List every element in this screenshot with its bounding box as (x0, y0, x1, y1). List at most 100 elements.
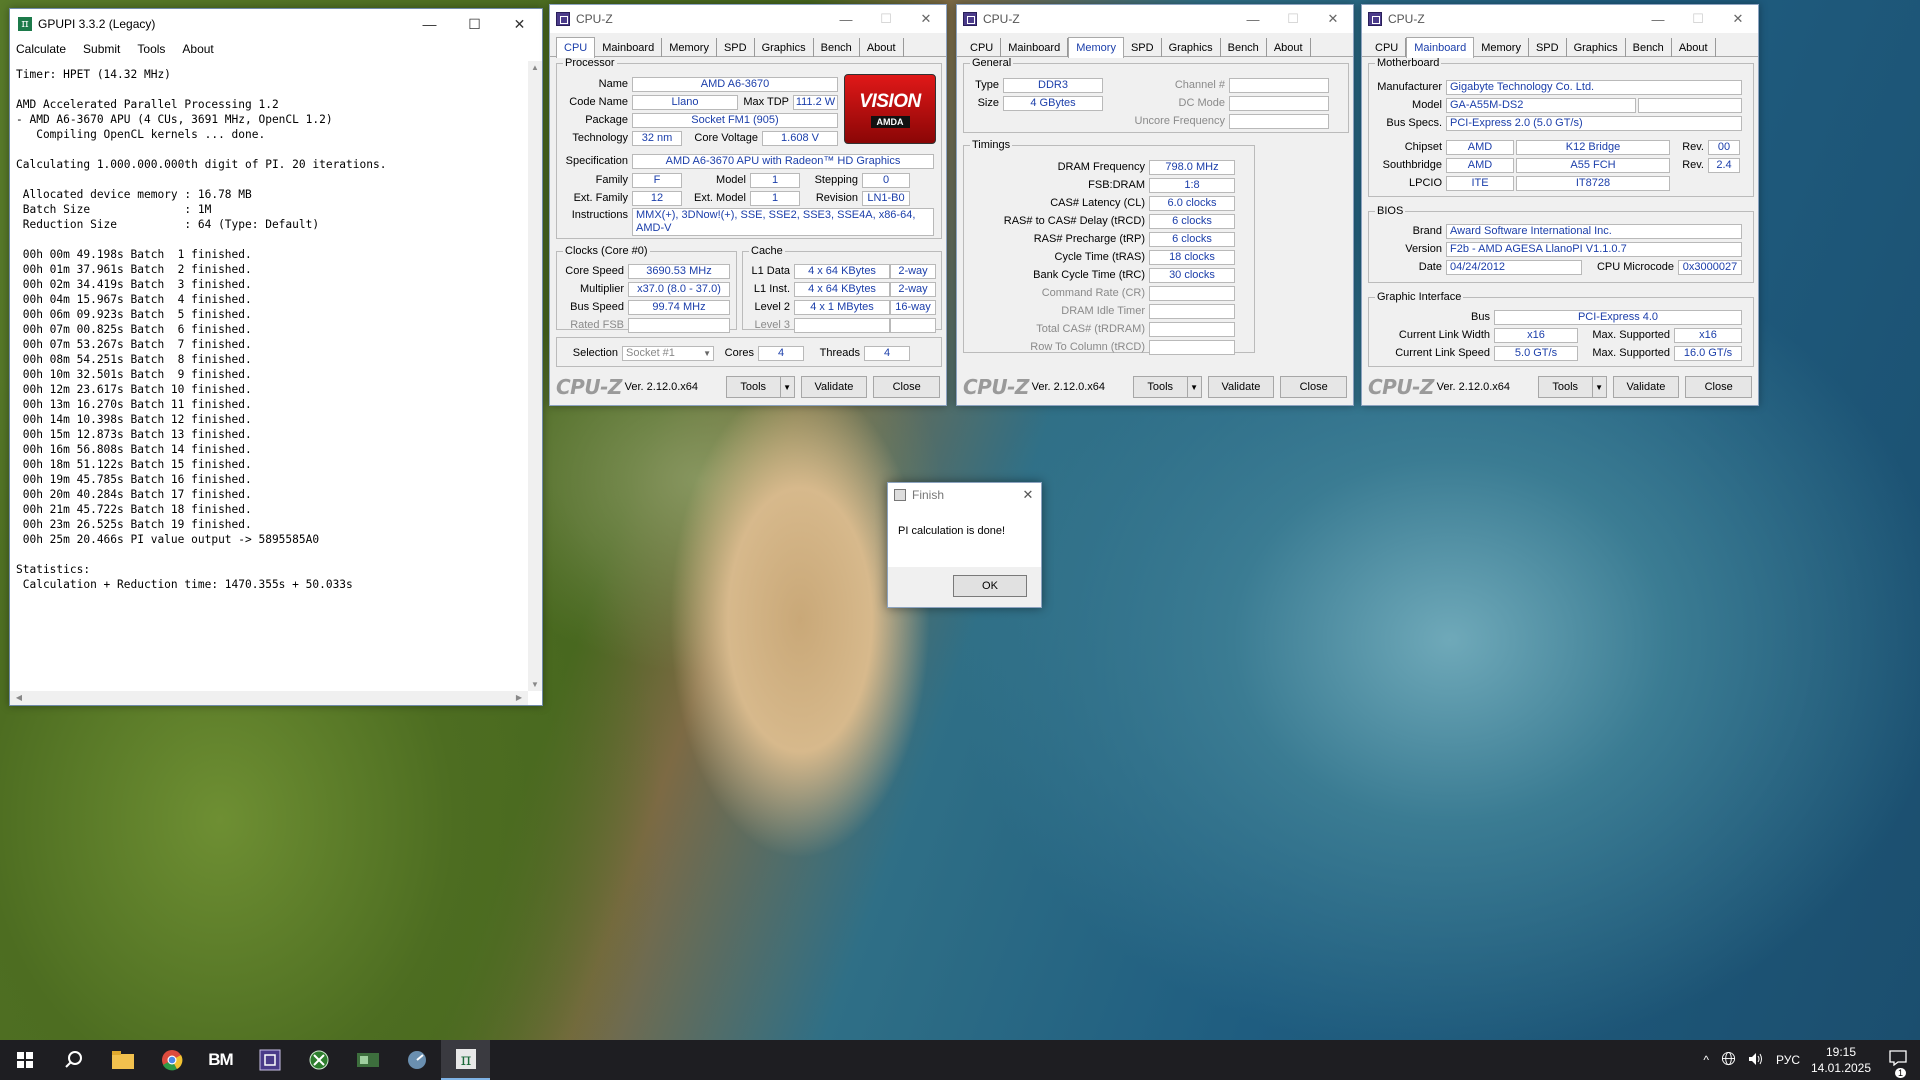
manufacturer-label: Manufacturer (1377, 81, 1442, 93)
tab-about[interactable]: About (860, 38, 904, 57)
tab-bench[interactable]: Bench (1221, 38, 1267, 57)
cpuz-memory-window: CPU-Z — ☐ ✕ CPU Mainboard Memory SPD Gra… (956, 4, 1354, 406)
vertical-scrollbar[interactable]: ▲ ▼ (528, 61, 542, 691)
menu-tools[interactable]: Tools (137, 42, 165, 56)
tab-spd[interactable]: SPD (1124, 38, 1162, 57)
tab-graphics[interactable]: Graphics (1567, 38, 1626, 57)
general-legend: General (972, 57, 1012, 69)
cpuz-titlebar[interactable]: CPU-Z — ☐ ✕ (1362, 5, 1758, 33)
maximize-button[interactable]: ☐ (1678, 5, 1718, 33)
gpupi-titlebar[interactable]: π GPUPI 3.3.2 (Legacy) — ☐ ✕ (10, 9, 542, 39)
tab-spd[interactable]: SPD (1529, 38, 1567, 57)
minimize-button[interactable]: — (407, 9, 452, 39)
horizontal-scrollbar[interactable]: ◀ ▶ (10, 691, 528, 705)
chevron-down-icon[interactable]: ▼ (779, 377, 794, 397)
close-window-button[interactable]: Close (1685, 376, 1753, 398)
cpuz-footer: CPU-Z Ver. 2.12.0.x64 Tools ▼ Validate C… (550, 369, 946, 405)
threads-label: Threads (819, 347, 860, 359)
tab-memory[interactable]: Memory (662, 38, 717, 57)
chrome-icon[interactable] (147, 1040, 196, 1080)
gpupi-taskbar-icon[interactable]: π (441, 1040, 490, 1080)
chevron-down-icon[interactable]: ▼ (1186, 377, 1201, 397)
scroll-right-icon[interactable]: ▶ (512, 693, 526, 702)
maximize-button[interactable]: ☐ (866, 5, 906, 33)
close-window-button[interactable]: Close (1280, 376, 1348, 398)
language-indicator[interactable]: РУС (1776, 1053, 1800, 1067)
ok-button[interactable]: OK (953, 575, 1027, 597)
cpuz-titlebar[interactable]: CPU-Z — ☐ ✕ (550, 5, 946, 33)
chipset-vendor-value: AMD (1446, 139, 1514, 155)
validate-button[interactable]: Validate (1612, 376, 1680, 398)
notification-icon[interactable]: 1 (1876, 1049, 1920, 1078)
clock[interactable]: 19:15 14.01.2025 (1806, 1044, 1876, 1076)
multiplier-value: x37.0 (8.0 - 37.0) (628, 281, 730, 297)
close-button[interactable]: ✕ (1718, 5, 1758, 33)
ratedfsb-label: Rated FSB (570, 319, 624, 331)
close-button[interactable]: ✕ (497, 9, 542, 39)
maximize-button[interactable]: ☐ (452, 9, 497, 39)
tab-bench[interactable]: Bench (814, 38, 860, 57)
tab-graphics[interactable]: Graphics (755, 38, 814, 57)
tab-bench[interactable]: Bench (1626, 38, 1672, 57)
close-button[interactable]: ✕ (1313, 5, 1353, 33)
tab-graphics[interactable]: Graphics (1162, 38, 1221, 57)
benchmark-tool-icon[interactable] (392, 1040, 441, 1080)
close-icon[interactable]: ✕ (1015, 487, 1041, 503)
benchmate-icon[interactable]: BM (196, 1040, 245, 1080)
minimize-button[interactable]: — (826, 5, 866, 33)
cpuz-titlebar[interactable]: CPU-Z — ☐ ✕ (957, 5, 1353, 33)
minimize-button[interactable]: — (1638, 5, 1678, 33)
tab-about[interactable]: About (1267, 38, 1311, 57)
row-to-column-value (1149, 339, 1235, 355)
timings-legend: Timings (972, 139, 1011, 151)
l2-label: Level 2 (754, 301, 790, 313)
menu-submit[interactable]: Submit (83, 42, 120, 56)
idle-value (1149, 303, 1235, 319)
tools-button[interactable]: Tools ▼ (1132, 376, 1202, 398)
menu-calculate[interactable]: Calculate (16, 42, 66, 56)
tools-button[interactable]: Tools ▼ (1537, 376, 1607, 398)
tab-mainboard[interactable]: Mainboard (1001, 38, 1069, 57)
maximize-button[interactable]: ☐ (1273, 5, 1313, 33)
cpuz-taskbar-icon[interactable] (245, 1040, 294, 1080)
close-button[interactable]: ✕ (906, 5, 946, 33)
stepping-label: Stepping (814, 174, 858, 186)
dialog-titlebar[interactable]: Finish ✕ (888, 483, 1041, 507)
tab-about[interactable]: About (1672, 38, 1716, 57)
gpu-tool-icon[interactable] (343, 1040, 392, 1080)
xbox-icon[interactable] (294, 1040, 343, 1080)
file-explorer-icon[interactable] (98, 1040, 147, 1080)
menu-about[interactable]: About (182, 42, 213, 56)
tab-cpu[interactable]: CPU (963, 38, 1002, 57)
scroll-left-icon[interactable]: ◀ (12, 693, 26, 702)
chevron-up-icon[interactable]: ^ (1703, 1053, 1709, 1067)
close-window-button[interactable]: Close (873, 376, 941, 398)
validate-button[interactable]: Validate (800, 376, 868, 398)
technology-label: Technology (572, 132, 628, 144)
tab-memory[interactable]: Memory (1068, 37, 1124, 58)
tab-mainboard[interactable]: Mainboard (595, 38, 663, 57)
tab-spd[interactable]: SPD (717, 38, 755, 57)
log-line: 00h 20m 40.284s Batch 17 finished. (16, 488, 252, 501)
tab-memory[interactable]: Memory (1474, 38, 1529, 57)
chipset-label: Chipset (1404, 141, 1442, 153)
scroll-up-icon[interactable]: ▲ (528, 63, 542, 72)
volume-icon[interactable] (1748, 1052, 1764, 1069)
log-line: 00h 07m 53.267s Batch 7 finished. (16, 338, 252, 351)
socket-select[interactable]: Socket #1 ▼ (622, 345, 714, 361)
search-icon[interactable] (49, 1040, 98, 1080)
windows-start-icon[interactable] (0, 1040, 49, 1080)
bios-version-value: F2b - AMD AGESA LlanoPI V1.1.0.7 (1446, 241, 1742, 257)
tab-cpu[interactable]: CPU (556, 37, 596, 58)
uncore-value (1229, 113, 1329, 129)
tab-cpu[interactable]: CPU (1368, 38, 1407, 57)
network-globe-icon[interactable] (1721, 1051, 1736, 1069)
chevron-down-icon[interactable]: ▼ (1591, 377, 1606, 397)
gpupi-log[interactable]: Timer: HPET (14.32 MHz) AMD Accelerated … (12, 61, 528, 691)
scroll-down-icon[interactable]: ▼ (528, 680, 542, 689)
validate-button[interactable]: Validate (1207, 376, 1275, 398)
socket-select-value: Socket #1 (626, 346, 675, 359)
minimize-button[interactable]: — (1233, 5, 1273, 33)
tools-button[interactable]: Tools ▼ (725, 376, 795, 398)
tab-mainboard[interactable]: Mainboard (1406, 37, 1475, 58)
